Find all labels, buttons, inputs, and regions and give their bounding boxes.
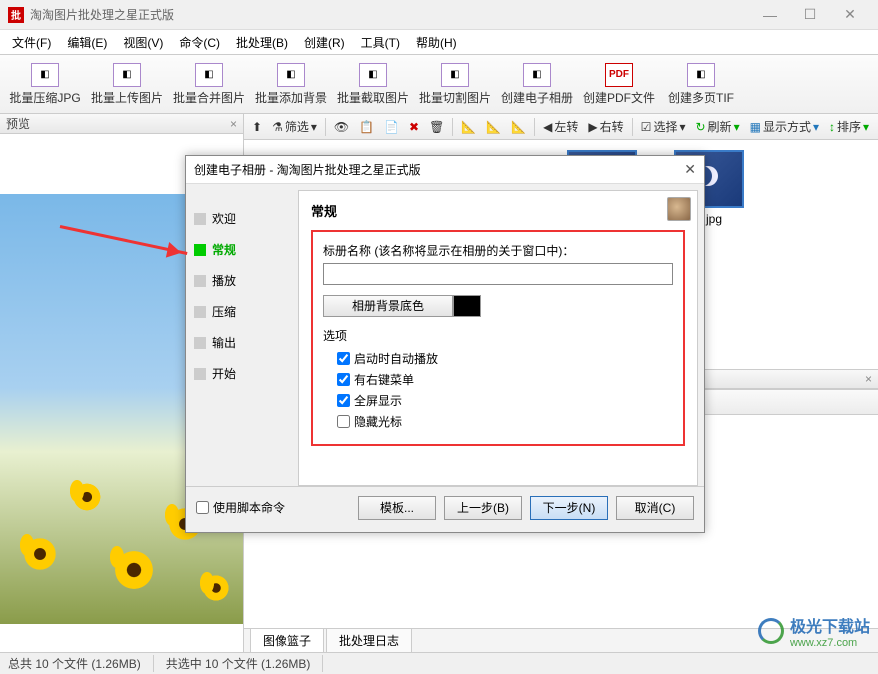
tb-add-bg[interactable]: ◧批量添加背景 xyxy=(252,56,330,112)
dialog-avatar-icon xyxy=(667,197,691,221)
next-button[interactable]: 下一步(N) xyxy=(530,496,608,520)
opt-hidecursor[interactable]: 隐藏光标 xyxy=(337,413,673,430)
menu-create[interactable]: 创建(R) xyxy=(296,32,353,53)
display-dropdown[interactable]: ▦ 显示方式 ▾ xyxy=(746,116,823,137)
dialog-main: 常规 标册名称 (该名称将显示在相册的关于窗口中)： 相册背景底色 选项 启动时… xyxy=(298,190,698,486)
tb-crop[interactable]: ◧批量截取图片 xyxy=(334,56,412,112)
lower-panel-close-icon[interactable]: × xyxy=(865,372,872,386)
rotate-left-button[interactable]: ◀ 左转 xyxy=(539,116,582,137)
dialog-footer: 使用脚本命令 模板... 上一步(B) 下一步(N) 取消(C) xyxy=(186,486,704,528)
delete-icon[interactable]: ✖ xyxy=(405,118,423,136)
filter-dropdown[interactable]: ⚗ 筛选 ▾ xyxy=(268,116,321,137)
main-toolbar: ◧批量压缩JPG ◧批量上传图片 ◧批量合并图片 ◧批量添加背景 ◧批量截取图片… xyxy=(0,54,878,114)
watermark-name: 极光下载站 xyxy=(790,613,870,637)
use-script-checkbox[interactable]: 使用脚本命令 xyxy=(196,499,285,516)
step-output[interactable]: 输出 xyxy=(194,334,290,351)
tool-icon[interactable]: 👁 xyxy=(330,118,353,136)
menu-bar: 文件(F) 编辑(E) 视图(V) 命令(C) 批处理(B) 创建(R) 工具(… xyxy=(0,30,878,54)
app-icon: 批 xyxy=(8,7,24,23)
menu-edit[interactable]: 编辑(E) xyxy=(59,32,115,53)
watermark-url: www.xz7.com xyxy=(790,637,870,649)
dialog-steps: 欢迎 常规 播放 压缩 输出 开始 xyxy=(186,184,298,486)
tab-image-basket[interactable]: 图像篮子 xyxy=(250,628,324,652)
tool-icon[interactable]: 📐 xyxy=(507,118,530,136)
step-compress[interactable]: 压缩 xyxy=(194,303,290,320)
dialog-section-title: 常规 xyxy=(311,201,685,220)
album-name-input[interactable] xyxy=(323,263,673,285)
maximize-button[interactable]: ☐ xyxy=(790,1,830,29)
step-play[interactable]: 播放 xyxy=(194,272,290,289)
dialog-title: 创建电子相册 - 淘淘图片批处理之星正式版 xyxy=(194,161,421,178)
dialog-titlebar: 创建电子相册 - 淘淘图片批处理之星正式版 ✕ xyxy=(186,156,704,184)
tb-create-pdf[interactable]: PDF创建PDF文件 xyxy=(580,56,658,112)
tool-icon[interactable]: 📄 xyxy=(380,118,403,136)
menu-file[interactable]: 文件(F) xyxy=(4,32,59,53)
tb-upload[interactable]: ◧批量上传图片 xyxy=(88,56,166,112)
rotate-right-button[interactable]: ▶ 右转 xyxy=(584,116,627,137)
annotation-red-box: 标册名称 (该名称将显示在相册的关于窗口中)： 相册背景底色 选项 启动时自动播… xyxy=(311,230,685,446)
step-general[interactable]: 常规 xyxy=(194,241,290,258)
watermark-logo-icon xyxy=(758,618,784,644)
menu-batch[interactable]: 批处理(B) xyxy=(228,32,296,53)
tool-icon[interactable]: 📋 xyxy=(355,118,378,136)
tb-create-album[interactable]: ◧创建电子相册 xyxy=(498,56,576,112)
status-total: 总共 10 个文件 (1.26MB) xyxy=(8,655,154,672)
select-dropdown[interactable]: ☑ 选择 ▾ xyxy=(637,116,690,137)
opt-autoplay[interactable]: 启动时自动播放 xyxy=(337,350,673,367)
tab-batch-log[interactable]: 批处理日志 xyxy=(326,628,412,652)
opt-fullscreen[interactable]: 全屏显示 xyxy=(337,392,673,409)
nav-up-icon[interactable]: ⬆ xyxy=(248,118,266,136)
step-start[interactable]: 开始 xyxy=(194,365,290,382)
preview-panel-header: 预览 × xyxy=(0,114,243,134)
watermark: 极光下载站 www.xz7.com xyxy=(758,613,870,649)
tb-create-tif[interactable]: ◧创建多页TIF xyxy=(662,56,740,112)
dialog-close-icon[interactable]: ✕ xyxy=(684,161,696,178)
album-name-label: 标册名称 (该名称将显示在相册的关于窗口中)： xyxy=(323,242,673,259)
bgcolor-button[interactable]: 相册背景底色 xyxy=(323,295,453,317)
status-selected: 共选中 10 个文件 (1.26MB) xyxy=(166,655,324,672)
menu-view[interactable]: 视图(V) xyxy=(115,32,171,53)
tb-compress-jpg[interactable]: ◧批量压缩JPG xyxy=(6,56,84,112)
sort-dropdown[interactable]: ↕ 排序 ▾ xyxy=(825,116,873,137)
template-button[interactable]: 模板... xyxy=(358,496,436,520)
secondary-toolbar: ⬆ ⚗ 筛选 ▾ 👁 📋 📄 ✖ 🗑 📐 📐 📐 ◀ 左转 ▶ 右转 ☑ 选择 … xyxy=(244,114,878,140)
refresh-dropdown[interactable]: ↻ 刷新 ▾ xyxy=(691,116,743,137)
bgcolor-swatch[interactable] xyxy=(453,295,481,317)
window-titlebar: 批 淘淘图片批处理之星正式版 — ☐ ✕ xyxy=(0,0,878,30)
tool-icon[interactable]: 🗑 xyxy=(425,118,448,136)
menu-command[interactable]: 命令(C) xyxy=(171,32,228,53)
window-title: 淘淘图片批处理之星正式版 xyxy=(30,6,750,23)
opt-contextmenu[interactable]: 有右键菜单 xyxy=(337,371,673,388)
close-button[interactable]: ✕ xyxy=(830,1,870,29)
step-welcome[interactable]: 欢迎 xyxy=(194,210,290,227)
options-label: 选项 xyxy=(323,327,673,344)
tb-merge[interactable]: ◧批量合并图片 xyxy=(170,56,248,112)
menu-tools[interactable]: 工具(T) xyxy=(353,32,408,53)
tb-split[interactable]: ◧批量切割图片 xyxy=(416,56,494,112)
preview-close-icon[interactable]: × xyxy=(230,117,237,131)
create-album-dialog: 创建电子相册 - 淘淘图片批处理之星正式版 ✕ 欢迎 常规 播放 压缩 输出 开… xyxy=(185,155,705,533)
cancel-button[interactable]: 取消(C) xyxy=(616,496,694,520)
tool-icon[interactable]: 📐 xyxy=(482,118,505,136)
tool-icon[interactable]: 📐 xyxy=(457,118,480,136)
minimize-button[interactable]: — xyxy=(750,1,790,29)
preview-title: 预览 xyxy=(6,115,30,132)
menu-help[interactable]: 帮助(H) xyxy=(408,32,465,53)
prev-button[interactable]: 上一步(B) xyxy=(444,496,522,520)
